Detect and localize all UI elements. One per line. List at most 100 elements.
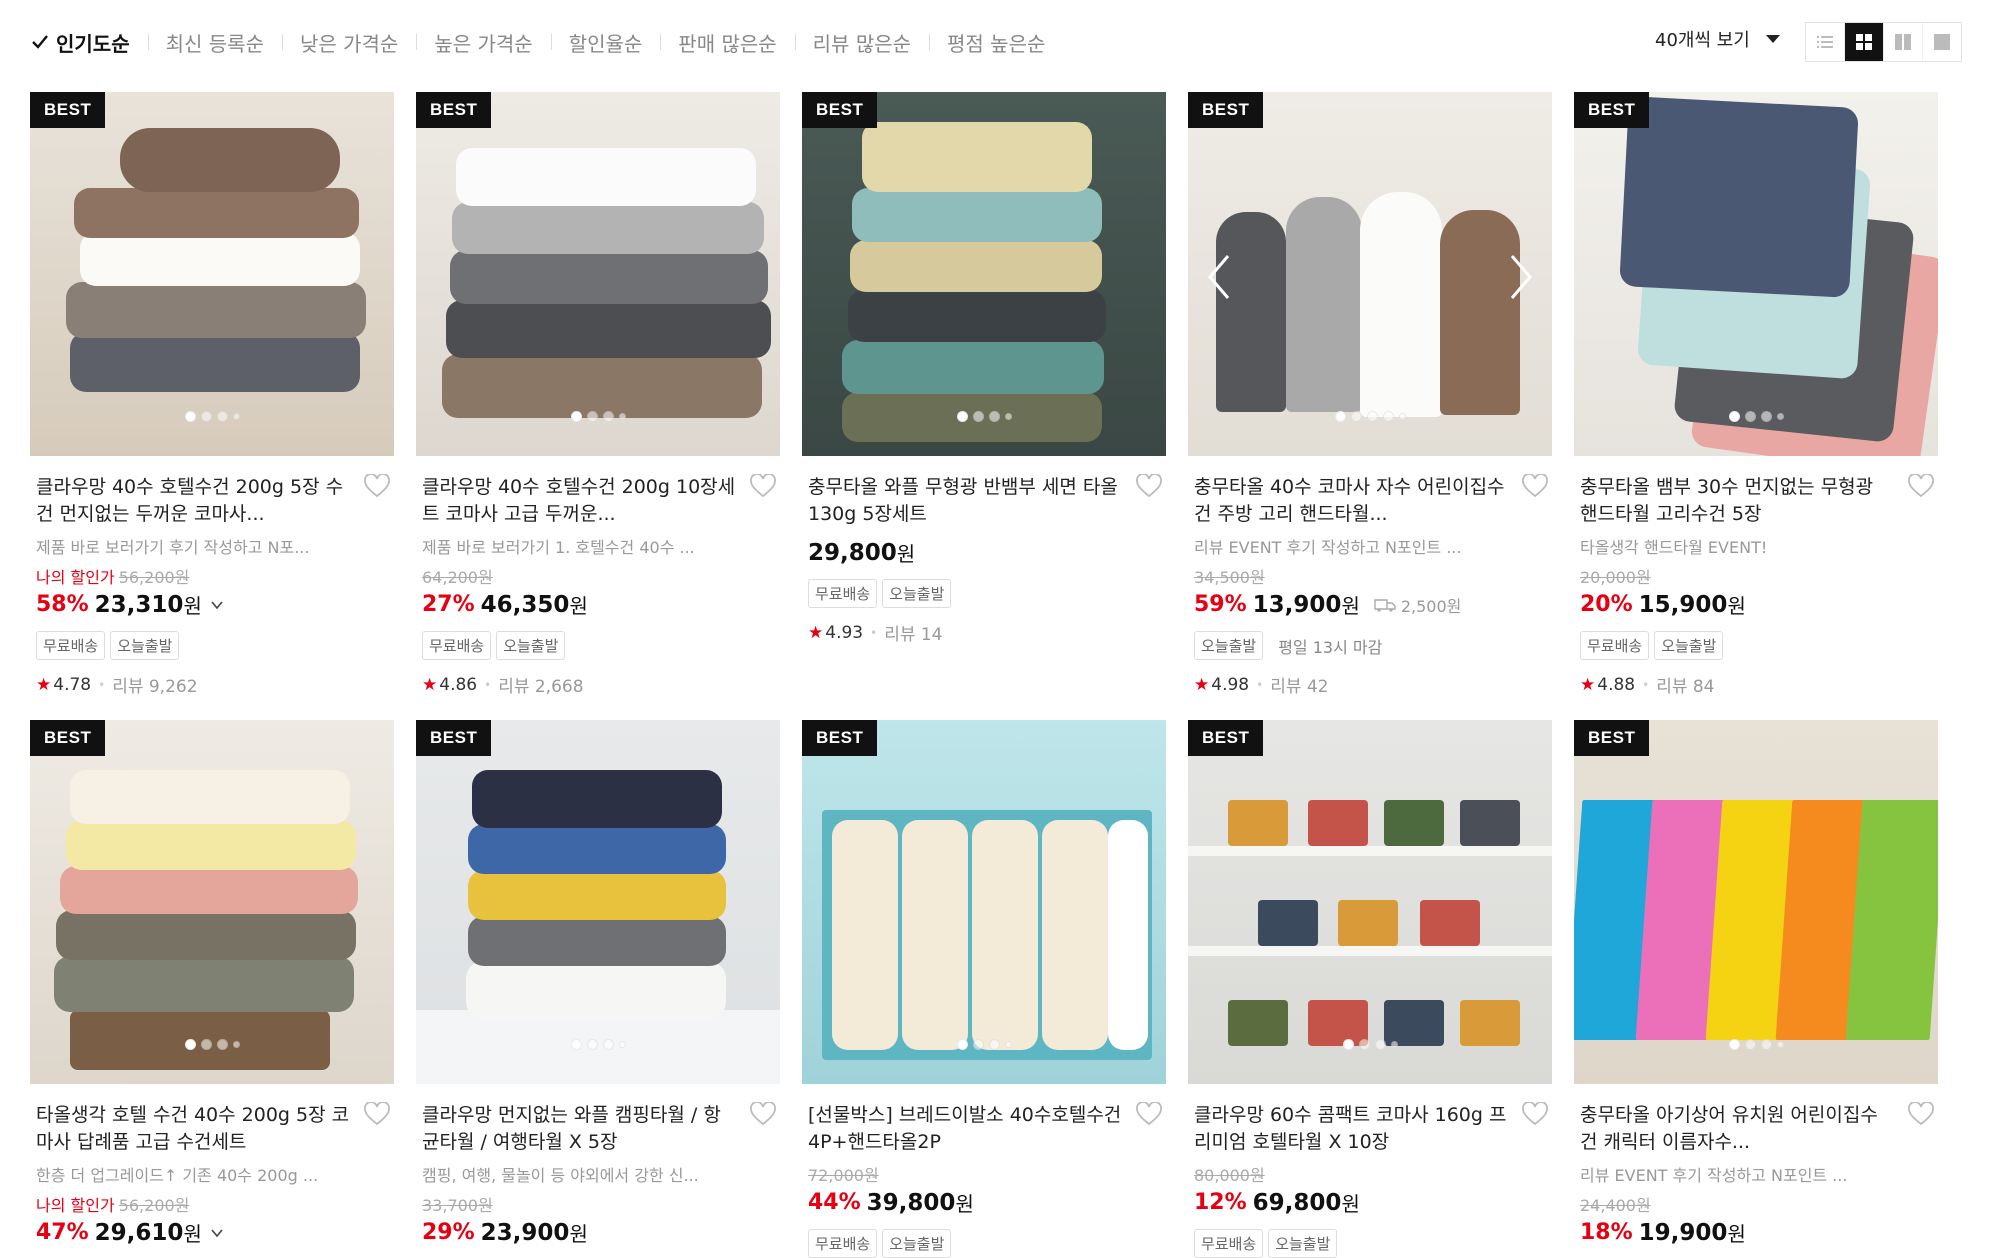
sort-options: 인기도순 최신 등록순 낮은 가격순 높은 가격순 할인율순 판매 많은순 리뷰…: [30, 22, 1063, 62]
chevron-down-icon[interactable]: [210, 1226, 224, 1240]
heart-icon[interactable]: [1522, 474, 1548, 498]
product-thumbnail[interactable]: BEST: [1574, 92, 1938, 456]
product-card[interactable]: BEST [선물박스] 브레드이발소 40수호텔수건4P+핸드타올2P 72,0…: [802, 720, 1166, 1258]
image-pagination-dots[interactable]: [416, 1039, 780, 1050]
chevron-down-icon[interactable]: [210, 598, 224, 612]
image-pagination-dots[interactable]: [30, 411, 394, 422]
image-pagination-dots[interactable]: [802, 411, 1166, 422]
product-card[interactable]: BEST 클라우망 60수 콤팩트 코마사 160g 프리미엄 호텔타월 X 1…: [1188, 720, 1552, 1258]
image-pagination-dots[interactable]: [1188, 411, 1552, 422]
prev-image-icon[interactable]: [1204, 252, 1234, 302]
original-price: 56,200원: [118, 568, 190, 587]
review-count[interactable]: 리뷰 9,262: [112, 672, 197, 697]
product-info: 클라우망 먼지없는 와플 캠핑타월 / 항균타월 / 여행타월 X 5장 캠핑,…: [416, 1084, 780, 1247]
product-title[interactable]: 충무타올 40수 코마사 자수 어린이집수건 주방 고리 핸드타월...: [1194, 474, 1508, 528]
sort-popular[interactable]: 인기도순: [30, 28, 148, 57]
product-thumbnail[interactable]: BEST: [30, 720, 394, 1084]
product-card[interactable]: BEST 타올생각 호텔 수건 40수 200g 5장 코마사 답례품 고급 수…: [30, 720, 394, 1247]
discount-rate: 47%: [36, 1220, 89, 1245]
discount-rate: 44%: [808, 1190, 861, 1215]
product-thumbnail[interactable]: BEST: [802, 720, 1166, 1084]
original-price: 20,000원: [1580, 568, 1651, 587]
product-card[interactable]: BEST 충무타올 아기상어 유치원 어린이집수건 캐릭터 이름자수... 리뷰…: [1574, 720, 1938, 1247]
price-row: 29% 23,900 원: [422, 1218, 736, 1247]
product-thumbnail[interactable]: BEST: [416, 720, 780, 1084]
per-page-dropdown[interactable]: 40개씩 보기: [1655, 26, 1780, 52]
image-pagination-dots[interactable]: [30, 1039, 394, 1050]
sort-most-reviews[interactable]: 리뷰 많은순: [794, 28, 929, 57]
image-pagination-dots[interactable]: [416, 411, 780, 422]
product-card[interactable]: BEST 충무타올 와플 무형광 반뱀부 세면 타올 130g 5장세트 29,…: [802, 92, 1166, 645]
product-description: 리뷰 EVENT 후기 작성하고 N포인트 ...: [1580, 1166, 1848, 1185]
list-view-button[interactable]: [1806, 23, 1845, 61]
product-thumbnail[interactable]: BEST: [1188, 720, 1552, 1084]
product-title[interactable]: [선물박스] 브레드이발소 40수호텔수건4P+핸드타올2P: [808, 1102, 1122, 1156]
product-card[interactable]: BEST 클라우망 40수 호텔수건 200g 5장 수건 먼지없는 두꺼운 코…: [30, 92, 394, 697]
sort-price-low[interactable]: 낮은 가격순: [281, 28, 416, 57]
rating-row: ★ 4.98 • 리뷰 42: [1194, 672, 1508, 698]
heart-icon[interactable]: [1908, 1102, 1934, 1126]
product-thumbnail[interactable]: BEST: [1188, 92, 1552, 456]
grid-4-view-button[interactable]: [1845, 23, 1884, 61]
product-title[interactable]: 충무타올 뱀부 30수 먼지없는 무형광 핸드타월 고리수건 5장: [1580, 474, 1894, 528]
star-icon: ★: [808, 622, 824, 643]
my-price-label: 나의 할인가: [36, 1196, 115, 1215]
sort-best-selling[interactable]: 판매 많은순: [660, 28, 794, 57]
heart-icon[interactable]: [364, 474, 390, 498]
heart-icon[interactable]: [1136, 474, 1162, 498]
best-badge: BEST: [802, 92, 878, 128]
original-price: 34,500원: [1194, 568, 1265, 587]
sort-price-high[interactable]: 높은 가격순: [416, 28, 550, 57]
rating-value: 4.98: [1211, 674, 1250, 695]
image-pagination-dots[interactable]: [1574, 1039, 1938, 1050]
product-title[interactable]: 타올생각 호텔 수건 40수 200g 5장 코마사 답례품 고급 수건세트: [36, 1102, 350, 1156]
heart-icon[interactable]: [750, 1102, 776, 1126]
single-view-button[interactable]: [1923, 23, 1961, 61]
review-count[interactable]: 리뷰 2,668: [498, 672, 583, 697]
product-thumbnail[interactable]: BEST: [802, 92, 1166, 456]
sort-discount[interactable]: 할인율순: [550, 28, 661, 57]
product-card[interactable]: BEST 충무타올 40수 코마사 자수 어린이집수건 주방 고리 핸드타월..…: [1188, 92, 1552, 697]
currency-unit: 원: [1341, 594, 1360, 618]
product-title[interactable]: 충무타올 아기상어 유치원 어린이집수건 캐릭터 이름자수...: [1580, 1102, 1894, 1156]
grid-2-view-button[interactable]: [1884, 23, 1923, 61]
price-row: 29,800 원: [808, 538, 1122, 567]
review-count[interactable]: 리뷰 42: [1270, 672, 1328, 697]
review-count[interactable]: 리뷰 84: [1656, 672, 1714, 697]
review-count[interactable]: 리뷰 14: [884, 620, 942, 645]
heart-icon[interactable]: [1136, 1102, 1162, 1126]
image-pagination-dots[interactable]: [802, 1039, 1166, 1050]
product-title[interactable]: 클라우망 40수 호텔수건 200g 10장세트 코마사 고급 두꺼운...: [422, 474, 736, 528]
heart-icon[interactable]: [750, 474, 776, 498]
heart-icon[interactable]: [1908, 474, 1934, 498]
product-title[interactable]: 클라우망 60수 콤팩트 코마사 160g 프리미엄 호텔타월 X 10장: [1194, 1102, 1508, 1156]
best-badge: BEST: [30, 92, 106, 128]
dispatch-deadline: 평일 13시 마감: [1278, 637, 1383, 657]
product-card[interactable]: BEST 클라우망 먼지없는 와플 캠핑타월 / 항균타월 / 여행타월 X 5…: [416, 720, 780, 1247]
tag-list: 무료배송 오늘출발: [1194, 1229, 1508, 1258]
sort-top-rated[interactable]: 평점 높은순: [929, 28, 1063, 57]
rating-row: ★ 4.86 • 리뷰 2,668: [422, 672, 736, 698]
product-title[interactable]: 충무타올 와플 무형광 반뱀부 세면 타올 130g 5장세트: [808, 474, 1122, 528]
star-icon: ★: [422, 674, 438, 695]
sort-newest[interactable]: 최신 등록순: [147, 28, 282, 57]
product-card[interactable]: BEST 클라우망 40수 호텔수건 200g 10장세트 코마사 고급 두꺼운…: [416, 92, 780, 697]
product-title[interactable]: 클라우망 40수 호텔수건 200g 5장 수건 먼지없는 두꺼운 코마사...: [36, 474, 350, 528]
product-thumbnail[interactable]: BEST: [1574, 720, 1938, 1084]
product-info: 클라우망 40수 호텔수건 200g 5장 수건 먼지없는 두꺼운 코마사...…: [30, 456, 394, 697]
tag-free-shipping: 무료배송: [1580, 631, 1650, 660]
product-description: 캠핑, 여행, 물놀이 등 야외에서 강한 신...: [422, 1166, 699, 1185]
product-thumbnail[interactable]: BEST: [30, 92, 394, 456]
heart-icon[interactable]: [364, 1102, 390, 1126]
star-icon: ★: [1580, 674, 1596, 695]
tag-list: 무료배송 오늘출발: [808, 579, 1122, 608]
image-pagination-dots[interactable]: [1574, 411, 1938, 422]
heart-icon[interactable]: [1522, 1102, 1548, 1126]
shipping-fee-value: 2,500원: [1400, 596, 1462, 616]
product-title[interactable]: 클라우망 먼지없는 와플 캠핑타월 / 항균타월 / 여행타월 X 5장: [422, 1102, 736, 1156]
image-pagination-dots[interactable]: [1188, 1039, 1552, 1050]
product-thumbnail[interactable]: BEST: [416, 92, 780, 456]
rating-row: ★ 4.93 • 리뷰 14: [808, 620, 1122, 646]
next-image-icon[interactable]: [1506, 252, 1536, 302]
product-card[interactable]: BEST 충무타올 뱀부 30수 먼지없는 무형광 핸드타월 고리수건 5장 타…: [1574, 92, 1938, 697]
